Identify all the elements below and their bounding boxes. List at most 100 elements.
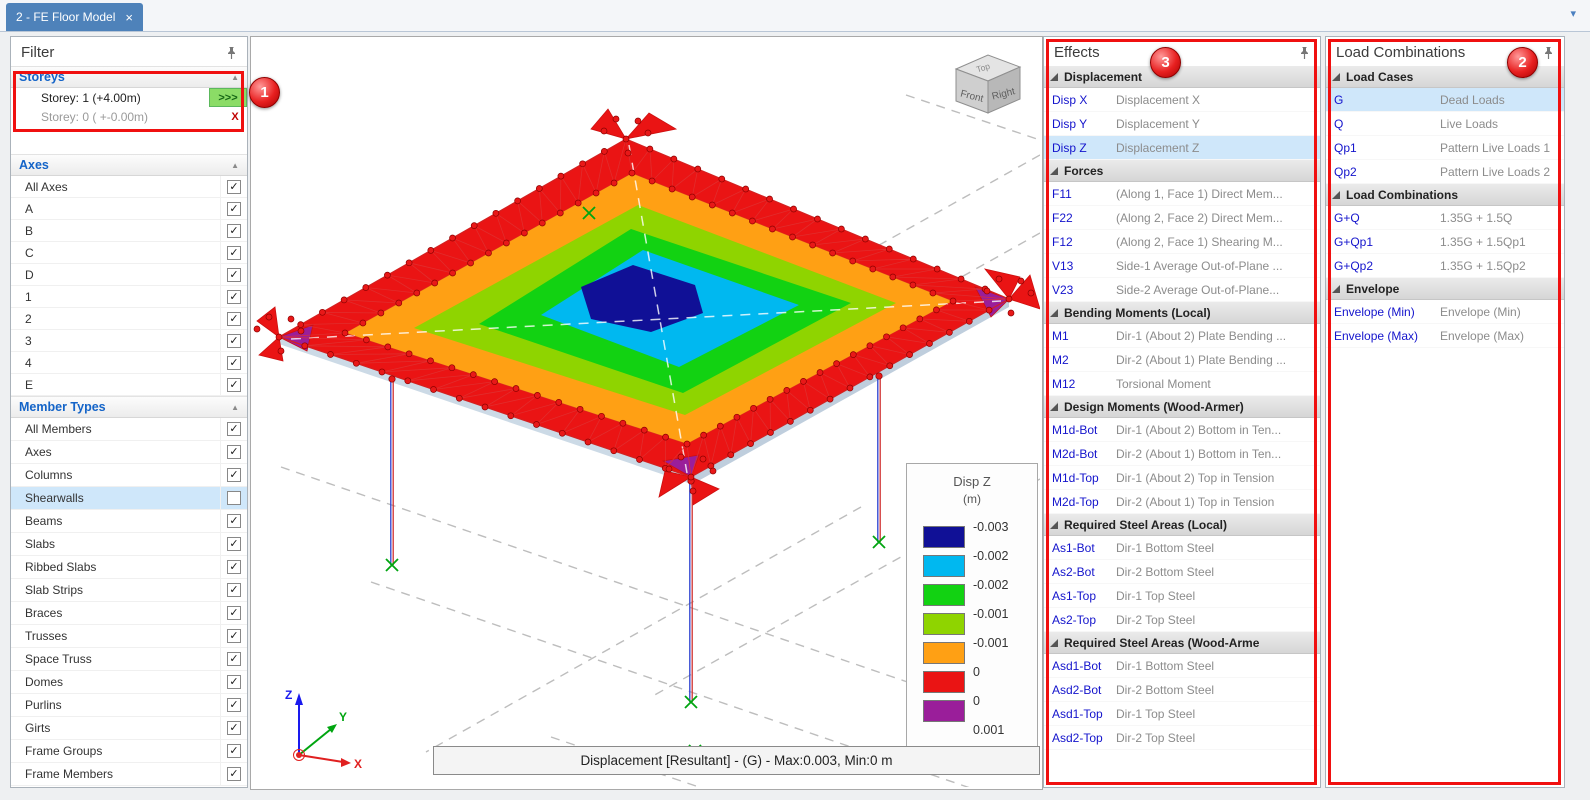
filter-item-b[interactable]: B✓ <box>11 220 247 242</box>
load-item-envelope-max[interactable]: Envelope (Max)Envelope (Max) <box>1326 324 1564 348</box>
effect-item-m2d-bot[interactable]: M2d-BotDir-2 (About 1) Bottom in Ten... <box>1044 442 1320 466</box>
filter-item-1[interactable]: 1✓ <box>11 286 247 308</box>
effect-group-required-steel-areas-wood-arme[interactable]: Required Steel Areas (Wood-Arme <box>1044 632 1320 654</box>
effect-item-disp-y[interactable]: Disp YDisplacement Y <box>1044 112 1320 136</box>
checkbox-checked[interactable]: ✓ <box>227 180 241 194</box>
checkbox-checked[interactable]: ✓ <box>227 312 241 326</box>
checkbox-checked[interactable]: ✓ <box>227 246 241 260</box>
filter-item-a[interactable]: A✓ <box>11 198 247 220</box>
load-item-envelope-min[interactable]: Envelope (Min)Envelope (Min) <box>1326 300 1564 324</box>
effect-group-forces[interactable]: Forces <box>1044 160 1320 182</box>
effect-item-f12[interactable]: F12(Along 2, Face 1) Shearing M... <box>1044 230 1320 254</box>
filter-item-beams[interactable]: Beams✓ <box>11 510 247 533</box>
load-item-qp1[interactable]: Qp1Pattern Live Loads 1 <box>1326 136 1564 160</box>
filter-item-3[interactable]: 3✓ <box>11 330 247 352</box>
filter-item-ribbed-slabs[interactable]: Ribbed Slabs✓ <box>11 556 247 579</box>
filter-item-c[interactable]: C✓ <box>11 242 247 264</box>
collapse-arrow-icon[interactable]: ▲ <box>231 403 239 412</box>
tab-overflow-icon[interactable]: ▾ <box>1570 7 1576 20</box>
effect-item-v23[interactable]: V23Side-2 Average Out-of-Plane... <box>1044 278 1320 302</box>
checkbox-unchecked[interactable] <box>227 491 241 505</box>
filter-item-purlins[interactable]: Purlins✓ <box>11 694 247 717</box>
load-item-g-qp1[interactable]: G+Qp11.35G + 1.5Qp1 <box>1326 230 1564 254</box>
filter-item-domes[interactable]: Domes✓ <box>11 671 247 694</box>
effect-group-design-moments-wood-armer[interactable]: Design Moments (Wood-Armer) <box>1044 396 1320 418</box>
load-item-g-qp2[interactable]: G+Qp21.35G + 1.5Qp2 <box>1326 254 1564 278</box>
load-item-q[interactable]: QLive Loads <box>1326 112 1564 136</box>
effect-item-m1[interactable]: M1Dir-1 (About 2) Plate Bending ... <box>1044 324 1320 348</box>
filter-item-space-truss[interactable]: Space Truss✓ <box>11 648 247 671</box>
filter-item-all-members[interactable]: All Members✓ <box>11 418 247 441</box>
filter-item-slab-strips[interactable]: Slab Strips✓ <box>11 579 247 602</box>
effect-group-required-steel-areas-local[interactable]: Required Steel Areas (Local) <box>1044 514 1320 536</box>
effect-item-asd2-bot[interactable]: Asd2-BotDir-2 Bottom Steel <box>1044 678 1320 702</box>
storey-row-storey-0-0-00m[interactable]: Storey: 0 ( +-0.00m)X <box>11 107 247 126</box>
storey-remove-button[interactable]: X <box>223 107 247 126</box>
storey-goto-button[interactable]: >>> <box>209 88 247 107</box>
checkbox-checked[interactable]: ✓ <box>227 767 241 781</box>
checkbox-checked[interactable]: ✓ <box>227 537 241 551</box>
filter-item-trusses[interactable]: Trusses✓ <box>11 625 247 648</box>
checkbox-checked[interactable]: ✓ <box>227 422 241 436</box>
checkbox-checked[interactable]: ✓ <box>227 445 241 459</box>
checkbox-checked[interactable]: ✓ <box>227 514 241 528</box>
filter-item-girts[interactable]: Girts✓ <box>11 717 247 740</box>
load-item-g[interactable]: GDead Loads <box>1326 88 1564 112</box>
filter-item-columns[interactable]: Columns✓ <box>11 464 247 487</box>
filter-item-slabs[interactable]: Slabs✓ <box>11 533 247 556</box>
effect-item-m1d-top[interactable]: M1d-TopDir-1 (About 2) Top in Tension <box>1044 466 1320 490</box>
checkbox-checked[interactable]: ✓ <box>227 698 241 712</box>
checkbox-checked[interactable]: ✓ <box>227 629 241 643</box>
load-group-load-cases[interactable]: Load Cases <box>1326 66 1564 88</box>
collapse-arrow-icon[interactable]: ▲ <box>231 73 239 82</box>
filter-item-axes[interactable]: Axes✓ <box>11 441 247 464</box>
section-header-storeys[interactable]: Storeys ▲ <box>11 66 247 88</box>
effect-item-as1-top[interactable]: As1-TopDir-1 Top Steel <box>1044 584 1320 608</box>
checkbox-checked[interactable]: ✓ <box>227 721 241 735</box>
filter-item-4[interactable]: 4✓ <box>11 352 247 374</box>
checkbox-checked[interactable]: ✓ <box>227 290 241 304</box>
load-group-load-combinations[interactable]: Load Combinations <box>1326 184 1564 206</box>
pin-icon[interactable] <box>1543 46 1554 60</box>
effect-item-as1-bot[interactable]: As1-BotDir-1 Bottom Steel <box>1044 536 1320 560</box>
effect-item-as2-bot[interactable]: As2-BotDir-2 Bottom Steel <box>1044 560 1320 584</box>
checkbox-checked[interactable]: ✓ <box>227 356 241 370</box>
checkbox-checked[interactable]: ✓ <box>227 560 241 574</box>
pin-icon[interactable] <box>226 46 237 60</box>
load-group-envelope[interactable]: Envelope <box>1326 278 1564 300</box>
checkbox-checked[interactable]: ✓ <box>227 652 241 666</box>
filter-item-all-axes[interactable]: All Axes✓ <box>11 176 247 198</box>
section-header-axes[interactable]: Axes ▲ <box>11 154 247 176</box>
checkbox-checked[interactable]: ✓ <box>227 268 241 282</box>
filter-item-shearwalls[interactable]: Shearwalls <box>11 487 247 510</box>
checkbox-checked[interactable]: ✓ <box>227 744 241 758</box>
checkbox-checked[interactable]: ✓ <box>227 202 241 216</box>
effect-item-asd1-bot[interactable]: Asd1-BotDir-1 Bottom Steel <box>1044 654 1320 678</box>
effect-item-m12[interactable]: M12Torsional Moment <box>1044 372 1320 396</box>
checkbox-checked[interactable]: ✓ <box>227 468 241 482</box>
effect-group-bending-moments-local[interactable]: Bending Moments (Local) <box>1044 302 1320 324</box>
pin-icon[interactable] <box>1299 46 1310 60</box>
filter-item-frame-members[interactable]: Frame Members✓ <box>11 763 247 786</box>
checkbox-checked[interactable]: ✓ <box>227 224 241 238</box>
effect-item-disp-x[interactable]: Disp XDisplacement X <box>1044 88 1320 112</box>
effect-item-f22[interactable]: F22(Along 2, Face 2) Direct Mem... <box>1044 206 1320 230</box>
collapse-arrow-icon[interactable]: ▲ <box>231 161 239 170</box>
effect-item-disp-z[interactable]: Disp ZDisplacement Z <box>1044 136 1320 160</box>
filter-item-d[interactable]: D✓ <box>11 264 247 286</box>
effect-item-m1d-bot[interactable]: M1d-BotDir-1 (About 2) Bottom in Ten... <box>1044 418 1320 442</box>
load-item-qp2[interactable]: Qp2Pattern Live Loads 2 <box>1326 160 1564 184</box>
checkbox-checked[interactable]: ✓ <box>227 675 241 689</box>
view-cube-icon[interactable]: Top Front Right <box>956 55 1020 113</box>
tab-fe-floor-model[interactable]: 2 - FE Floor Model × <box>6 3 143 31</box>
effect-item-v13[interactable]: V13Side-1 Average Out-of-Plane ... <box>1044 254 1320 278</box>
checkbox-checked[interactable]: ✓ <box>227 378 241 392</box>
filter-item-2[interactable]: 2✓ <box>11 308 247 330</box>
checkbox-checked[interactable]: ✓ <box>227 334 241 348</box>
effect-item-m2[interactable]: M2Dir-2 (About 1) Plate Bending ... <box>1044 348 1320 372</box>
checkbox-checked[interactable]: ✓ <box>227 606 241 620</box>
effect-item-as2-top[interactable]: As2-TopDir-2 Top Steel <box>1044 608 1320 632</box>
filter-item-braces[interactable]: Braces✓ <box>11 602 247 625</box>
effect-item-m2d-top[interactable]: M2d-TopDir-2 (About 1) Top in Tension <box>1044 490 1320 514</box>
filter-item-e[interactable]: E✓ <box>11 374 247 396</box>
